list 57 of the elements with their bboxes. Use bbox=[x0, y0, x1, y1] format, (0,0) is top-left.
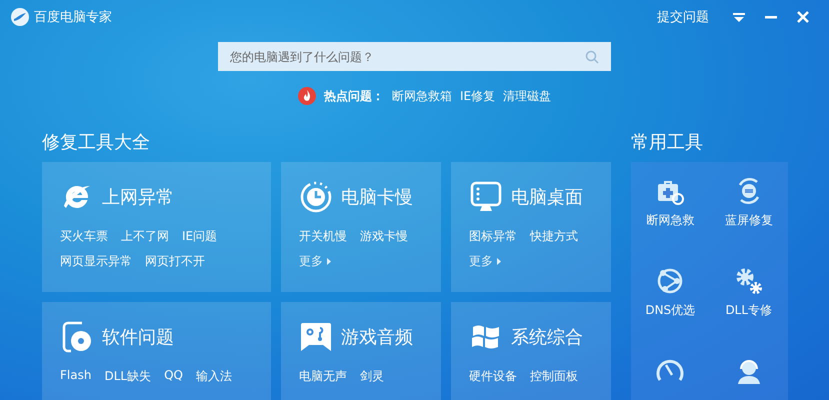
issue-link[interactable]: 买火车票 bbox=[60, 228, 108, 245]
hot-issue-link[interactable]: 断网急救箱 bbox=[392, 88, 452, 104]
minimize-icon bbox=[765, 16, 777, 18]
category-title: 电脑卡慢 bbox=[341, 186, 413, 209]
gears-icon bbox=[734, 266, 764, 296]
issue-link[interactable]: QQ bbox=[164, 368, 183, 385]
category-card[interactable]: 软件问题 Flash DLL缺失 QQ 输入法 bbox=[42, 302, 271, 400]
more-link[interactable]: 更多 bbox=[299, 253, 331, 270]
category-card[interactable]: 上网异常 买火车票 上不了网 IE问题 网页显示异常 网页打不开 bbox=[42, 162, 271, 292]
tool-label[interactable]: 断网急救 bbox=[646, 212, 694, 229]
category-title: 游戏音频 bbox=[341, 326, 413, 349]
issue-link[interactable]: 电脑无声 bbox=[299, 368, 347, 385]
more-link[interactable]: 更多 bbox=[469, 253, 501, 270]
hot-issue-link[interactable]: IE修复 bbox=[460, 88, 496, 104]
category-card[interactable]: 游戏音频 电脑无声 剑灵 bbox=[281, 302, 441, 400]
clock-icon bbox=[299, 180, 333, 214]
tool-label[interactable]: DNS优选 bbox=[645, 302, 696, 319]
issue-link[interactable]: 输入法 bbox=[196, 368, 232, 385]
category-card[interactable]: 电脑卡慢 开关机慢 游戏卡慢 更多 bbox=[281, 162, 441, 292]
window-title: 百度电脑专家 bbox=[34, 9, 112, 26]
issue-link[interactable]: 上不了网 bbox=[121, 228, 169, 245]
close-icon bbox=[797, 11, 809, 23]
section-title: 修复工具大全 bbox=[42, 131, 151, 154]
issue-link[interactable]: 硬件设备 bbox=[469, 368, 517, 385]
menu-triangle-icon bbox=[733, 12, 745, 22]
issue-link[interactable]: 网页显示异常 bbox=[60, 253, 132, 270]
category-title: 上网异常 bbox=[102, 186, 174, 209]
search-field[interactable]: 您的电脑遇到了什么问题？ bbox=[218, 42, 611, 71]
category-title: 系统综合 bbox=[511, 326, 583, 349]
issue-link[interactable]: DLL缺失 bbox=[104, 368, 152, 385]
section-title: 常用工具 bbox=[631, 131, 704, 154]
issue-link[interactable]: 网页打不开 bbox=[145, 253, 205, 270]
hot-issues-label: 热点问题： bbox=[324, 88, 384, 104]
issue-link[interactable]: 图标异常 bbox=[469, 228, 517, 245]
issue-link[interactable]: IE问题 bbox=[182, 228, 218, 245]
caret-icon bbox=[327, 258, 331, 265]
issue-link[interactable]: 快捷方式 bbox=[530, 228, 578, 245]
issue-link[interactable]: Flash bbox=[60, 368, 92, 385]
issue-link[interactable]: 开关机慢 bbox=[299, 228, 347, 245]
category-card[interactable]: 电脑桌面 图标异常 快捷方式 更多 bbox=[451, 162, 611, 292]
tool-label[interactable]: DLL专修 bbox=[725, 302, 772, 319]
category-title: 软件问题 bbox=[102, 326, 174, 349]
caret-icon bbox=[497, 258, 501, 265]
issue-link[interactable]: 游戏卡慢 bbox=[360, 228, 408, 245]
issue-link[interactable]: 剑灵 bbox=[360, 368, 384, 385]
tool-label[interactable]: 蓝屏修复 bbox=[724, 212, 773, 229]
issue-link[interactable]: 控制面板 bbox=[530, 368, 578, 385]
category-card[interactable]: 系统综合 硬件设备 控制面板 bbox=[451, 302, 611, 400]
monitor-icon bbox=[469, 180, 503, 214]
logo-icon bbox=[10, 7, 30, 27]
submit-question-button[interactable]: 提交问题 bbox=[647, 4, 719, 30]
category-title: 电脑桌面 bbox=[511, 186, 583, 209]
search-icon bbox=[585, 50, 599, 64]
hot-issue-link[interactable]: 清理磁盘 bbox=[503, 88, 552, 104]
flame-icon bbox=[298, 87, 316, 105]
gamepad-icon bbox=[299, 320, 333, 354]
disc-icon bbox=[60, 320, 94, 354]
